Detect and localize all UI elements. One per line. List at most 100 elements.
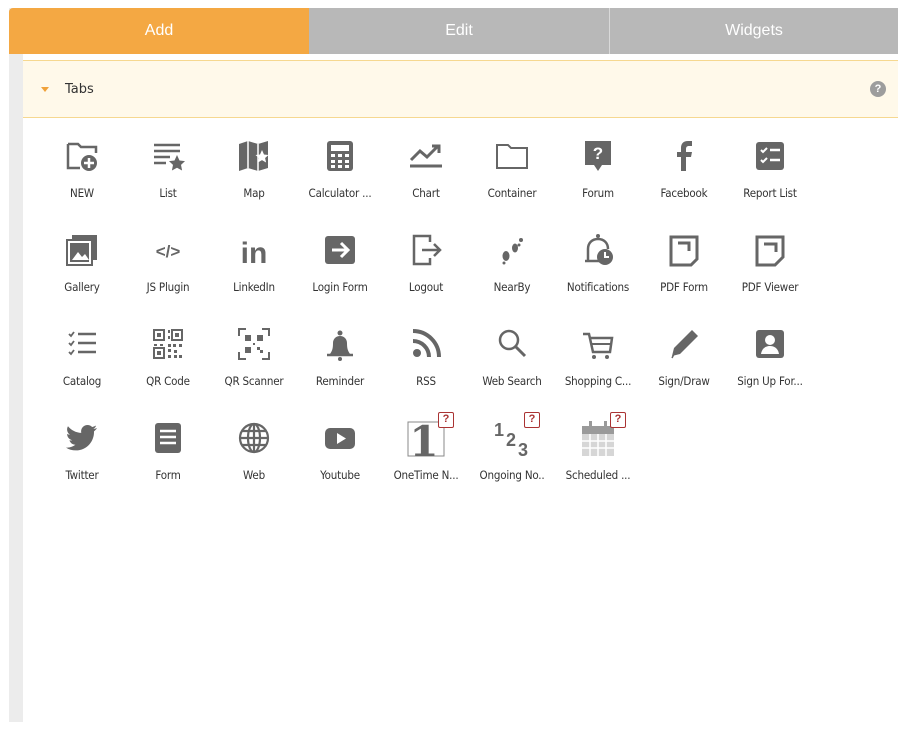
widget-item[interactable]: ? Forum <box>556 126 640 210</box>
forum-icon: ? <box>578 136 618 176</box>
gallery-icon <box>62 230 102 270</box>
widget-item[interactable]: Facebook <box>642 126 726 210</box>
widget-item-label: Forum <box>582 186 614 200</box>
bell-icon <box>320 324 360 364</box>
chart-icon <box>406 136 446 176</box>
widget-item-label: List <box>159 186 177 200</box>
widget-item-label: Catalog <box>62 374 102 388</box>
widget-item-label: Calculator ... <box>308 186 372 200</box>
widget-item[interactable]: Notifications <box>556 220 640 304</box>
widget-item-label: OneTime N... <box>393 468 459 482</box>
notification-bell-icon <box>578 230 618 270</box>
pdf-form-icon <box>664 230 704 270</box>
widget-item[interactable]: Calculator ... <box>298 126 382 210</box>
widget-item[interactable]: List <box>126 126 210 210</box>
widget-item-label: Logout <box>408 280 444 294</box>
catalog-icon <box>62 324 102 364</box>
widget-item[interactable]: Form <box>126 408 210 492</box>
svg-text:in: in <box>241 237 268 268</box>
widget-item[interactable]: NearBy <box>470 220 554 304</box>
pdf-viewer-icon <box>750 230 790 270</box>
calculator-icon <box>320 136 360 176</box>
youtube-icon <box>320 418 360 458</box>
footprints-icon <box>492 230 532 270</box>
top-tab-bar: Add Edit Widgets <box>9 8 898 54</box>
widget-item[interactable]: QR Scanner <box>212 314 296 398</box>
widget-item[interactable]: Login Form <box>298 220 382 304</box>
widget-item-label: PDF Viewer <box>741 280 799 294</box>
widget-item[interactable]: Logout <box>384 220 468 304</box>
help-badge-icon: ? <box>610 412 626 428</box>
widget-item-label: LinkedIn <box>233 280 275 294</box>
widget-item-label: Chart <box>412 186 440 200</box>
widget-item-label: Container <box>487 186 537 200</box>
tab-add[interactable]: Add <box>9 8 309 54</box>
widget-item-label: NEW <box>70 186 94 200</box>
add-panel: Tabs ? NEW List Map Calculator ... Chart Cont… <box>23 54 898 722</box>
widget-item[interactable]: Twitter <box>40 408 124 492</box>
login-icon <box>320 230 360 270</box>
widget-item[interactable]: PDF Form <box>642 220 726 304</box>
widget-item-label: Gallery <box>64 280 100 294</box>
tab-widgets[interactable]: Widgets <box>610 8 898 54</box>
widget-item[interactable]: Container <box>470 126 554 210</box>
twitter-icon <box>62 418 102 458</box>
widget-item-label: Facebook <box>660 186 708 200</box>
facebook-icon <box>664 136 704 176</box>
tab-edit[interactable]: Edit <box>309 8 610 54</box>
logout-icon <box>406 230 446 270</box>
tabs-section-header[interactable]: Tabs ? <box>23 60 898 118</box>
widget-item-label: Youtube <box>320 468 360 482</box>
widget-item-label: Reminder <box>315 374 365 388</box>
widget-item[interactable]: Map <box>212 126 296 210</box>
widget-item-label: Notifications <box>566 280 630 294</box>
widget-item[interactable]: Youtube <box>298 408 382 492</box>
widget-item[interactable]: Chart <box>384 126 468 210</box>
widget-item-label: Sign Up For... <box>737 374 803 388</box>
builder-frame: Add Edit Widgets Tabs ? NEW List Map Calcul… <box>9 8 898 722</box>
widget-item[interactable]: QR Code <box>126 314 210 398</box>
widget-item-label: NearBy <box>493 280 531 294</box>
widget-item[interactable]: PDF Viewer <box>728 220 812 304</box>
signup-icon <box>750 324 790 364</box>
widget-item[interactable]: Catalog <box>40 314 124 398</box>
map-icon <box>234 136 274 176</box>
widget-item-label: Map <box>243 186 265 200</box>
widget-item[interactable]: Reminder <box>298 314 382 398</box>
widget-item[interactable]: in LinkedIn <box>212 220 296 304</box>
widget-item[interactable]: NEW <box>40 126 124 210</box>
widget-item[interactable]: Web Search <box>470 314 554 398</box>
help-badge-icon: ? <box>438 412 454 428</box>
widget-item[interactable]: ? Scheduled ... <box>556 408 640 492</box>
widget-item-label: Login Form <box>312 280 368 294</box>
widget-item[interactable]: RSS <box>384 314 468 398</box>
widget-item-label: Scheduled ... <box>565 468 631 482</box>
svg-text:1: 1 <box>409 418 438 458</box>
widget-item-label: Shopping C... <box>564 374 632 388</box>
widget-item[interactable]: Report List <box>728 126 812 210</box>
section-title: Tabs <box>65 81 94 97</box>
rss-icon <box>406 324 446 364</box>
help-icon[interactable]: ? <box>870 81 886 97</box>
svg-text:1: 1 <box>494 420 504 440</box>
widget-item[interactable]: Shopping C... <box>556 314 640 398</box>
caret-down-icon <box>41 86 49 92</box>
widget-item[interactable]: 1 2 3? Ongoing No.. <box>470 408 554 492</box>
svg-text:3: 3 <box>518 440 528 458</box>
widget-item[interactable]: Gallery <box>40 220 124 304</box>
widget-item-label: Report List <box>743 186 797 200</box>
list-star-icon <box>148 136 188 176</box>
widget-item[interactable]: Sign/Draw <box>642 314 726 398</box>
widget-item[interactable]: 1? OneTime N... <box>384 408 468 492</box>
help-badge-icon: ? <box>524 412 540 428</box>
search-icon <box>492 324 532 364</box>
widget-item[interactable]: Sign Up For... <box>728 314 812 398</box>
new-folder-icon <box>62 136 102 176</box>
widget-item-label: Web <box>243 468 265 482</box>
svg-text:?: ? <box>593 144 603 163</box>
svg-text:</>: </> <box>156 242 181 261</box>
widget-item[interactable]: Web <box>212 408 296 492</box>
qr-scanner-icon <box>234 324 274 364</box>
linkedin-icon: in <box>234 230 274 270</box>
widget-item[interactable]: </> JS Plugin <box>126 220 210 304</box>
